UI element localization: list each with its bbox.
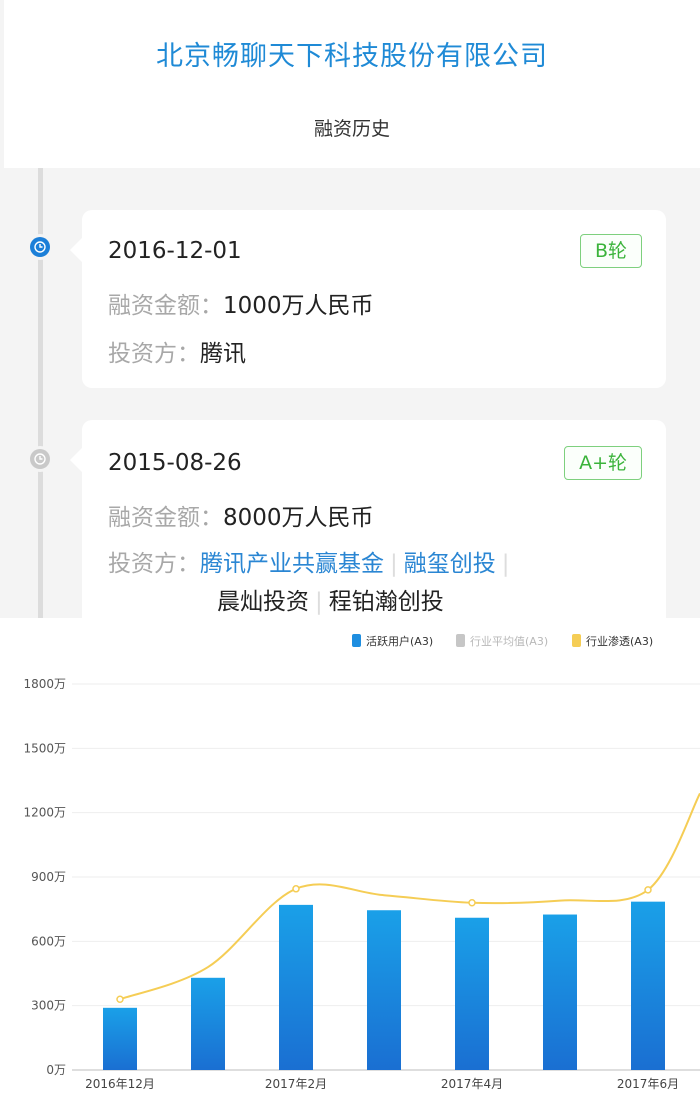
clock-icon	[30, 449, 50, 469]
separator: |	[315, 589, 323, 615]
funding-history-panel: 北京畅聊天下科技股份有限公司 融资历史 2016-12-01 B轮 融资金额：1…	[0, 0, 700, 618]
amount-label: 融资金额：	[108, 293, 223, 319]
y-tick-label: 600万	[31, 934, 66, 948]
y-tick-label: 900万	[31, 870, 66, 884]
x-tick-label: 2017年2月	[265, 1077, 327, 1091]
round-badge: B轮	[579, 234, 642, 268]
investors-label: 投资方：	[108, 341, 200, 367]
investor-link[interactable]: 腾讯产业共赢基金	[200, 551, 384, 577]
y-tick-label: 1500万	[23, 741, 66, 755]
x-tick-label: 2017年6月	[617, 1077, 679, 1091]
investor-link[interactable]: 融玺创投	[404, 551, 496, 577]
bar	[103, 1007, 137, 1070]
investor-name: 晨灿投资	[217, 589, 309, 615]
bar	[455, 917, 489, 1070]
amount-value: 8000万人民币	[223, 505, 374, 531]
line-path	[119, 792, 700, 1001]
amount-row: 融资金额：8000万人民币	[108, 498, 374, 532]
investors-row: 投资方：腾讯产业共赢基金 | 融玺创投 |	[108, 544, 516, 578]
round-badge: A+轮	[564, 446, 642, 480]
legend-swatch	[572, 634, 581, 647]
timeline-line	[38, 168, 43, 618]
legend-swatch	[456, 634, 465, 647]
investors-row: 投资方：腾讯	[108, 334, 246, 368]
bar	[543, 914, 577, 1070]
y-tick-label: 300万	[31, 999, 66, 1013]
y-tick-label: 1800万	[23, 677, 66, 691]
separator: |	[501, 551, 510, 577]
legend-swatch	[352, 634, 361, 647]
x-axis-labels: 2016年12月 2017年2月 2017年4月 2017年6月	[85, 1077, 679, 1091]
bar	[631, 901, 665, 1070]
page-header: 北京畅聊天下科技股份有限公司 融资历史	[4, 0, 700, 168]
chart-legend: 活跃用户(A3) 行业平均值(A3) 行业渗透(A3)	[352, 634, 653, 648]
investor-name: 腾讯	[200, 341, 246, 367]
y-tick-label: 1200万	[23, 806, 66, 820]
investors-row-continued: 晨灿投资 | 程铂瀚创投	[217, 582, 444, 616]
investor-name: 程铂瀚创投	[328, 589, 444, 615]
section-title: 融资历史	[313, 118, 390, 140]
investors-label: 投资方：	[108, 551, 200, 577]
amount-label: 融资金额：	[108, 505, 223, 531]
x-tick-label: 2016年12月	[85, 1077, 155, 1091]
clock-icon	[30, 237, 50, 257]
company-name: 北京畅聊天下科技股份有限公司	[156, 41, 548, 72]
active-users-chart: 活跃用户(A3) 行业平均值(A3) 行业渗透(A3) 0万 300万 600万 900万…	[0, 618, 700, 1099]
bar	[367, 910, 401, 1070]
funding-round-card[interactable]: 2016-12-01 B轮 融资金额：1000万人民币 投资方：腾讯	[70, 210, 666, 388]
bar	[191, 977, 225, 1070]
separator: |	[390, 551, 398, 577]
amount-value: 1000万人民币	[223, 293, 374, 319]
line-series	[116, 792, 700, 1003]
x-tick-label: 2017年4月	[441, 1077, 503, 1091]
amount-row: 融资金额：1000万人民币	[108, 286, 374, 320]
line-point	[468, 898, 476, 907]
y-tick-label: 0万	[46, 1063, 66, 1077]
funding-round-card[interactable]: 2015-08-26 A+轮 融资金额：8000万人民币 投资方：腾讯产业共赢基…	[70, 420, 666, 618]
line-point	[116, 995, 124, 1003]
bar	[279, 904, 313, 1070]
line-point	[292, 885, 300, 893]
line-point	[644, 886, 652, 894]
round-date: 2016-12-01	[108, 238, 242, 264]
legend-label: 行业渗透(A3)	[586, 634, 653, 648]
bar-series	[103, 901, 665, 1070]
chart-canvas: 活跃用户(A3) 行业平均值(A3) 行业渗透(A3) 0万 300万 600万 900万…	[23, 634, 700, 1091]
round-date: 2015-08-26	[108, 450, 242, 476]
legend-label: 活跃用户(A3)	[366, 634, 433, 648]
legend-label: 行业平均值(A3)	[470, 635, 548, 648]
